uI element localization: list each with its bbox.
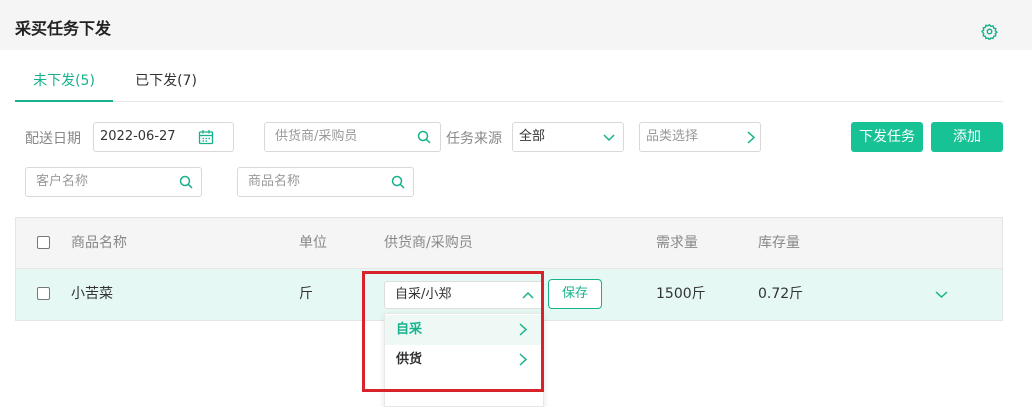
chevron-right-icon <box>519 353 527 366</box>
supplier-search-placeholder: 供货商/采购员 <box>275 129 358 144</box>
column-header-name: 商品名称 <box>71 235 127 251</box>
save-button[interactable]: 保存 <box>548 279 602 309</box>
task-table: 商品名称 单位 供货商/采购员 需求量 库存量 小苦菜 斤 自采/小郑 保存 1… <box>15 217 1003 321</box>
table-header: 商品名称 单位 供货商/采购员 需求量 库存量 <box>16 218 1002 269</box>
search-icon[interactable] <box>179 175 193 189</box>
tab-dispatched[interactable]: 已下发(7) <box>135 62 197 102</box>
category-placeholder: 品类选择 <box>646 129 699 144</box>
search-icon[interactable] <box>417 130 431 144</box>
search-icon[interactable] <box>391 175 405 189</box>
product-search-placeholder: 商品名称 <box>248 174 301 189</box>
row-supplier-select[interactable]: 自采/小郑 <box>384 281 544 309</box>
dropdown-option-self-purchase[interactable]: 自采 <box>385 315 543 345</box>
row-product-name: 小苦菜 <box>71 286 113 302</box>
select-all-checkbox[interactable] <box>37 236 50 249</box>
chevron-right-icon <box>747 131 756 144</box>
category-select[interactable]: 品类选择 <box>639 122 761 152</box>
delivery-date-label: 配送日期 <box>25 131 81 147</box>
column-header-supplier: 供货商/采购员 <box>384 235 473 251</box>
customer-search-placeholder: 客户名称 <box>36 174 89 189</box>
row-unit: 斤 <box>299 286 313 302</box>
chevron-down-icon[interactable] <box>935 290 948 299</box>
row-stock: 0.72斤 <box>758 286 804 302</box>
supplier-search-input[interactable]: 供货商/采购员 <box>264 122 441 152</box>
delivery-date-value: 2022-06-27 <box>100 129 176 144</box>
chevron-down-icon <box>603 134 615 142</box>
page-header: 采买任务下发 <box>0 0 1032 50</box>
task-source-select[interactable]: 全部 <box>512 122 624 152</box>
chevron-up-icon <box>522 291 534 299</box>
dropdown-option-supply[interactable]: 供货 <box>385 345 543 375</box>
product-search-input[interactable]: 商品名称 <box>237 167 414 197</box>
dropdown-option-label: 自采 <box>396 322 423 337</box>
dropdown-option-label: 供货 <box>396 352 423 367</box>
dispatch-task-button[interactable]: 下发任务 <box>851 122 923 152</box>
row-checkbox[interactable] <box>37 287 50 300</box>
row-supplier-value: 自采/小郑 <box>395 287 452 302</box>
tab-bar: 未下发(5) 已下发(7) <box>15 62 1003 102</box>
page-title: 采买任务下发 <box>15 19 112 38</box>
supplier-dropdown-menu: 自采 供货 <box>384 313 544 407</box>
task-source-value: 全部 <box>519 129 546 144</box>
delivery-date-field[interactable]: 2022-06-27 <box>93 122 234 152</box>
gear-icon[interactable] <box>981 23 998 40</box>
column-header-stock: 库存量 <box>758 235 800 251</box>
calendar-icon[interactable] <box>198 129 214 145</box>
customer-search-input[interactable]: 客户名称 <box>25 167 202 197</box>
chevron-right-icon <box>519 323 527 336</box>
task-source-label: 任务来源 <box>446 131 502 147</box>
tab-not-dispatched[interactable]: 未下发(5) <box>15 62 113 102</box>
column-header-unit: 单位 <box>299 235 327 251</box>
row-demand: 1500斤 <box>656 286 706 302</box>
add-button[interactable]: 添加 <box>931 122 1003 152</box>
column-header-demand: 需求量 <box>656 235 698 251</box>
